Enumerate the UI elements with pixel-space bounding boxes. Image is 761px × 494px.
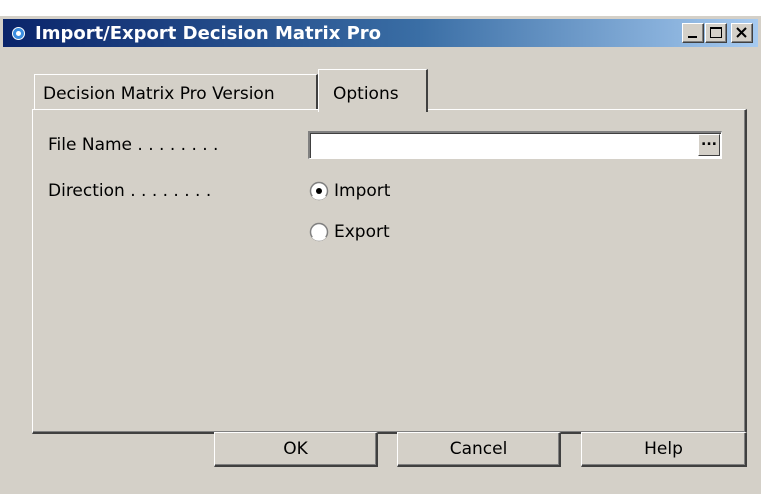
export-radio[interactable]: [309, 222, 329, 242]
tab-options[interactable]: Options: [318, 69, 428, 112]
browse-icon: ...: [701, 133, 717, 149]
dialog-window: Import/Export Decision Matrix Pro Decisi…: [0, 16, 761, 494]
title-bar[interactable]: Import/Export Decision Matrix Pro: [3, 19, 758, 47]
file-name-field[interactable]: ...: [308, 131, 722, 159]
tab-decision-matrix-pro-version[interactable]: Decision Matrix Pro Version: [34, 74, 318, 110]
import-label[interactable]: Import: [334, 181, 390, 201]
import-radio[interactable]: [309, 181, 329, 201]
close-button[interactable]: [731, 23, 753, 43]
ok-button[interactable]: OK: [214, 432, 378, 467]
maximize-button[interactable]: [705, 23, 727, 43]
help-button[interactable]: Help: [581, 432, 747, 467]
maximize-icon: [710, 27, 722, 38]
minimize-icon: [688, 36, 697, 38]
file-name-label: File Name . . . . . . . .: [48, 135, 219, 155]
minimize-button[interactable]: [682, 23, 704, 43]
close-icon: [736, 27, 747, 38]
tab-label: Decision Matrix Pro Version: [43, 84, 275, 104]
export-label[interactable]: Export: [334, 222, 390, 242]
window-title: Import/Export Decision Matrix Pro: [35, 23, 382, 44]
app-icon: [12, 27, 25, 40]
direction-label: Direction . . . . . . . .: [48, 181, 212, 201]
cancel-button[interactable]: Cancel: [397, 432, 561, 467]
tab-label: Options: [333, 84, 399, 104]
browse-button[interactable]: ...: [698, 134, 720, 156]
